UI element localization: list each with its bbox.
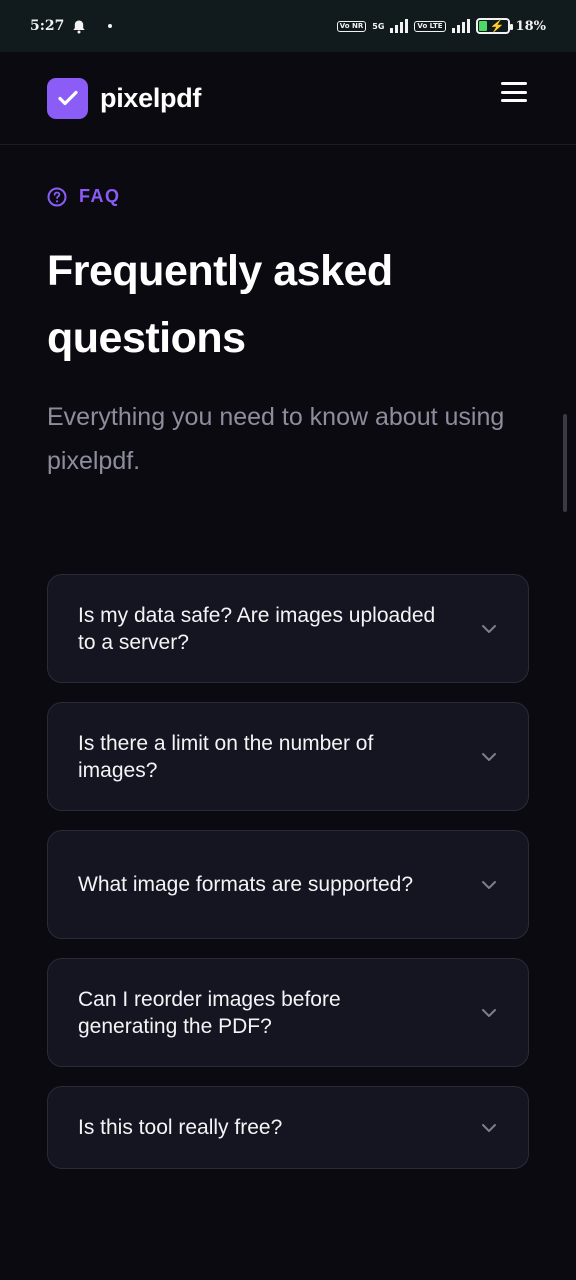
status-right: Vo NR 5G Vo LTE ⚡ 18% xyxy=(336,18,546,34)
sim1-volte-badge: Vo NR xyxy=(336,20,367,32)
brand-name: pixelpdf xyxy=(100,82,202,113)
site-header: pixelpdf xyxy=(0,52,576,145)
brand-link[interactable]: pixelpdf xyxy=(47,77,202,119)
faq-question: Is this tool really free? xyxy=(78,1116,283,1139)
faq-question: Can I reorder images before generating t… xyxy=(78,987,341,1038)
bell-icon xyxy=(73,20,86,33)
faq-item[interactable]: What image formats are supported? xyxy=(47,830,529,939)
hamburger-menu-icon[interactable] xyxy=(499,79,529,105)
battery-charging-icon: ⚡ xyxy=(475,18,513,34)
faq-item[interactable]: Is this tool really free? xyxy=(47,1086,529,1169)
signal-icon xyxy=(390,19,409,33)
title-line-2: questions xyxy=(47,314,246,362)
status-bar: 5:27 Vo NR 5G Vo LTE ⚡ 18% xyxy=(0,0,576,52)
faq-question: Is my data safe? Are images uploaded to … xyxy=(78,603,436,654)
sim2-volte-badge: Vo LTE xyxy=(414,20,446,32)
faq-eyebrow: FAQ xyxy=(47,186,121,207)
signal-icon xyxy=(451,19,470,33)
logo xyxy=(47,77,88,119)
chevron-down-icon xyxy=(480,620,498,638)
faq-list: Is my data safe? Are images uploaded to … xyxy=(47,574,529,1188)
status-left: 5:27 xyxy=(30,18,113,34)
faq-item[interactable]: Can I reorder images before generating t… xyxy=(47,958,529,1067)
page-subtitle: Everything you need to know about using … xyxy=(47,403,505,475)
faq-question: What image formats are supported? xyxy=(78,873,413,896)
notification-dot xyxy=(108,24,113,28)
chevron-down-icon xyxy=(480,876,498,894)
faq-item[interactable]: Is there a limit on the number of images… xyxy=(47,702,529,811)
chevron-down-icon xyxy=(480,748,498,766)
scrollbar-thumb[interactable] xyxy=(563,414,567,512)
title-line-1: Frequently asked xyxy=(47,247,393,295)
battery-fill xyxy=(478,21,487,31)
question-circle-icon xyxy=(47,187,67,206)
chevron-down-icon xyxy=(480,1004,498,1022)
status-time: 5:27 xyxy=(30,18,65,34)
check-icon xyxy=(57,90,78,106)
network-type-label: 5G xyxy=(372,21,385,31)
bolt-icon: ⚡ xyxy=(489,19,505,33)
chevron-down-icon xyxy=(480,1119,498,1137)
faq-question: Is there a limit on the number of images… xyxy=(78,731,374,782)
page-title: Frequently asked questions xyxy=(47,238,527,372)
battery-percent: 18% xyxy=(515,18,546,34)
eyebrow-label: FAQ xyxy=(79,186,121,206)
faq-item[interactable]: Is my data safe? Are images uploaded to … xyxy=(47,574,529,683)
